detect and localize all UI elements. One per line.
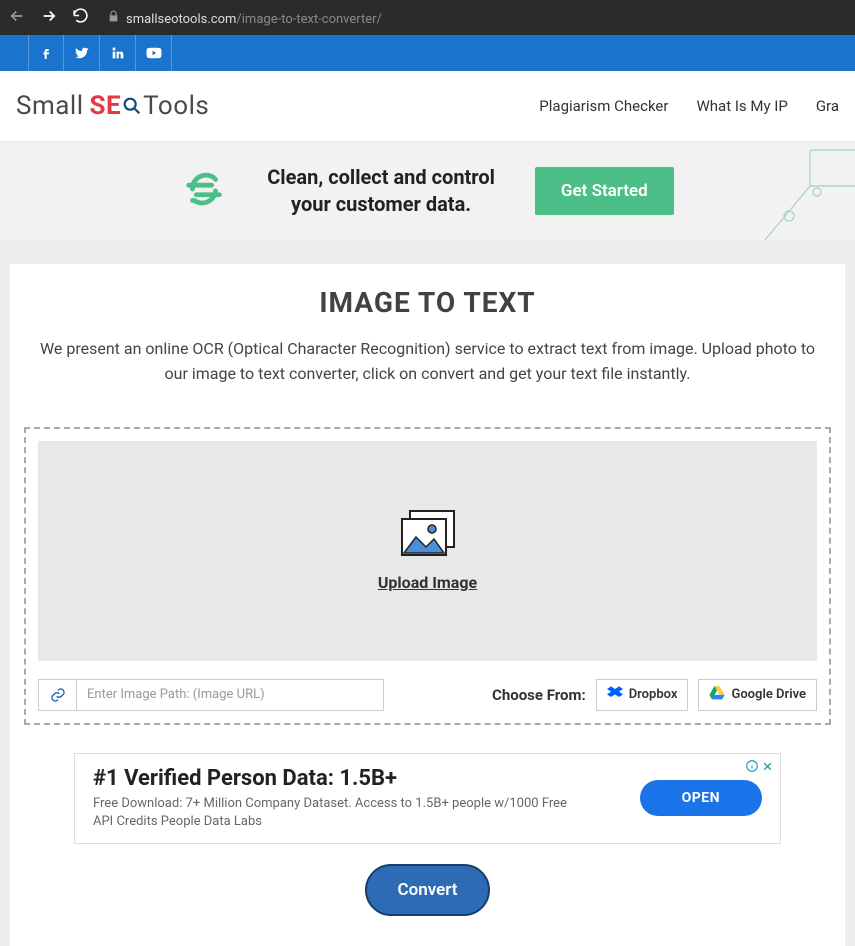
nav-grammar[interactable]: Gra [816, 97, 839, 115]
url-input-wrap [38, 679, 384, 711]
linkedin-icon[interactable] [100, 35, 136, 71]
reload-icon[interactable] [72, 7, 89, 28]
browser-toolbar: smallseotools.com/image-to-text-converte… [0, 0, 855, 35]
upload-dropzone[interactable]: Upload Image [38, 441, 817, 661]
twitter-icon[interactable] [64, 35, 100, 71]
link-icon [39, 680, 77, 710]
nav-plagiarism[interactable]: Plagiarism Checker [539, 97, 668, 115]
ad-headline: #1 Verified Person Data: 1.5B+ [93, 766, 640, 791]
segment-logo-icon [181, 166, 227, 216]
convert-button[interactable]: Convert [365, 864, 489, 916]
google-drive-icon [709, 686, 725, 704]
main-card: IMAGE TO TEXT We present an online OCR (… [10, 264, 845, 946]
upload-label: Upload Image [378, 573, 477, 592]
magnifier-icon [121, 94, 143, 124]
back-arrow-icon [8, 7, 26, 29]
image-stack-icon [400, 509, 456, 563]
youtube-icon[interactable] [136, 35, 172, 71]
dropbox-button[interactable]: Dropbox [596, 679, 689, 711]
site-header: Small S E Tools Plagiarism Checker What … [0, 71, 855, 142]
facebook-icon[interactable] [28, 35, 64, 71]
url-path: /image-to-text-converter/ [236, 12, 382, 27]
social-bar [0, 35, 855, 71]
page-description: We present an online OCR (Optical Charac… [28, 337, 828, 387]
ad-open-button[interactable]: OPEN [640, 780, 762, 816]
google-drive-button[interactable]: Google Drive [698, 679, 817, 711]
site-logo[interactable]: Small S E Tools [16, 91, 209, 121]
ad-close-icon[interactable] [761, 758, 774, 777]
ad-info-icon[interactable] [745, 758, 759, 777]
ad-banner: #1 Verified Person Data: 1.5B+ Free Down… [74, 753, 781, 844]
nav-whatismyip[interactable]: What Is My IP [696, 97, 787, 115]
lock-icon [107, 8, 120, 27]
url-host: smallseotools.com [126, 12, 236, 27]
get-started-button[interactable]: Get Started [535, 167, 674, 215]
address-bar[interactable]: smallseotools.com/image-to-text-converte… [101, 8, 847, 27]
dropbox-icon [607, 686, 623, 704]
forward-arrow-icon[interactable] [40, 7, 58, 29]
page-title: IMAGE TO TEXT [24, 286, 831, 319]
choose-from-label: Choose From: [492, 686, 586, 704]
upload-container: Upload Image Choose From: Dropbox Google… [24, 427, 831, 725]
promo-decoration-icon [765, 142, 855, 240]
promo-banner: Clean, collect and control your customer… [0, 142, 855, 240]
image-url-input[interactable] [77, 687, 383, 702]
ad-subtext: Free Download: 7+ Million Company Datase… [93, 795, 573, 831]
promo-text: Clean, collect and control your customer… [267, 164, 495, 218]
